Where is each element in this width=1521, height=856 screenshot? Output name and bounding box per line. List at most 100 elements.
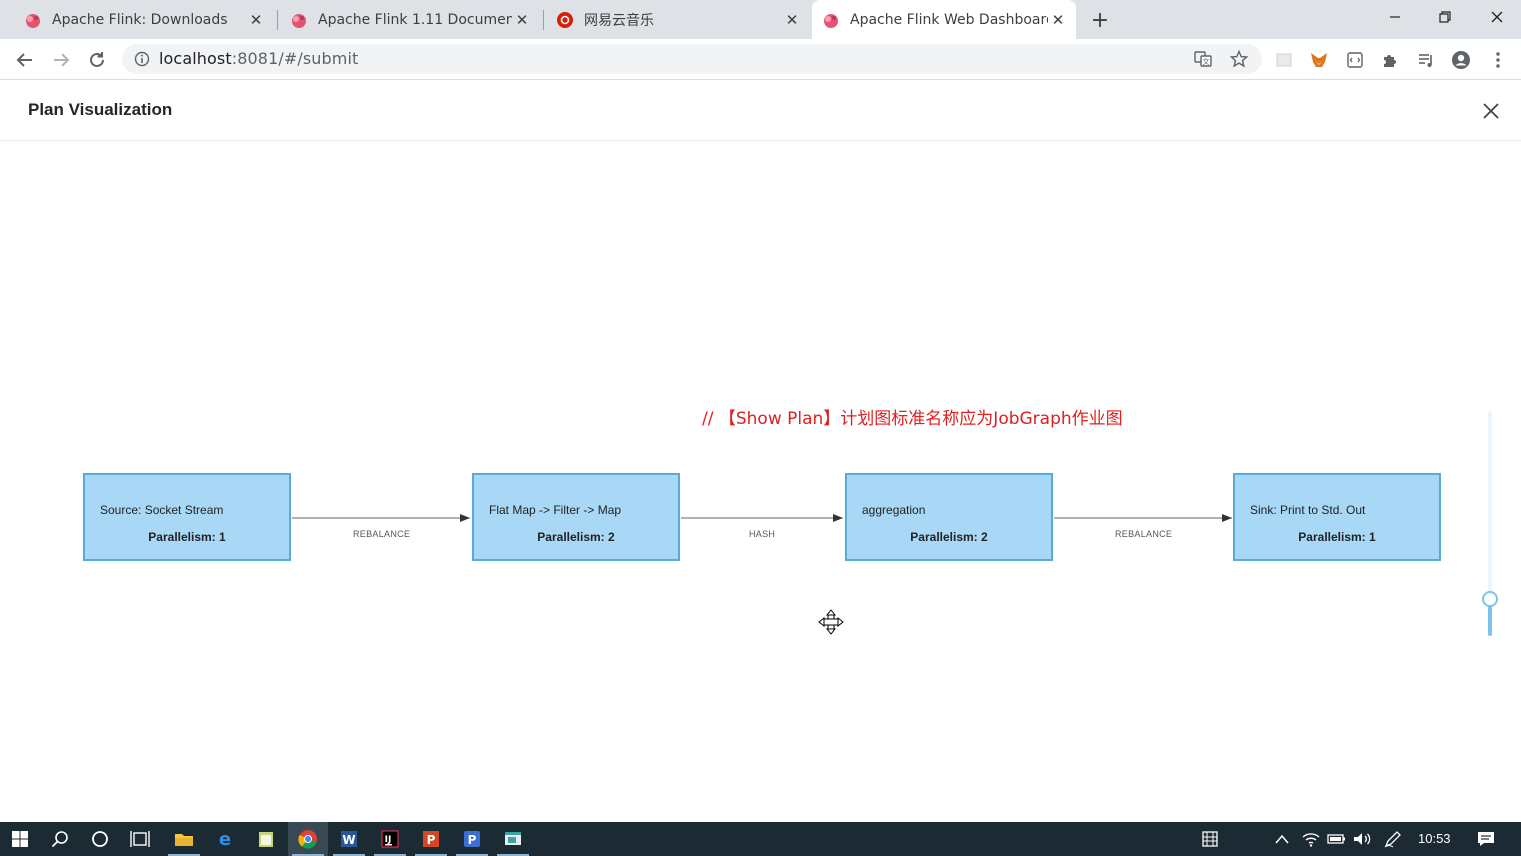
cortana-circle-icon bbox=[92, 831, 108, 847]
node-parallelism: Parallelism: 2 bbox=[537, 530, 615, 544]
tab-netease-music[interactable]: 网易云音乐 ✕ bbox=[546, 0, 808, 39]
taskbar-notepad[interactable] bbox=[246, 822, 286, 856]
taskbar-search-button[interactable] bbox=[40, 822, 80, 856]
node-parallelism: Parallelism: 2 bbox=[910, 530, 988, 544]
plan-node-sink[interactable]: Sink: Print to Std. Out Parallelism: 1 bbox=[1233, 473, 1441, 561]
close-tab-icon[interactable]: ✕ bbox=[1048, 10, 1068, 30]
forward-button[interactable] bbox=[48, 47, 74, 73]
wifi-icon bbox=[1302, 833, 1320, 847]
node-operator-name: Flat Map -> Filter -> Map bbox=[489, 503, 622, 517]
plan-node-source[interactable]: Source: Socket Stream Parallelism: 1 bbox=[83, 473, 291, 561]
windows-taskbar: e W IJ P P 10:53 bbox=[0, 822, 1521, 856]
edge-label: REBALANCE bbox=[353, 529, 411, 539]
translate-icon[interactable]: 文 bbox=[1194, 50, 1212, 68]
back-button[interactable] bbox=[12, 47, 38, 73]
svg-text:文: 文 bbox=[1203, 57, 1210, 66]
word-icon: W bbox=[341, 831, 357, 847]
extension-code-icon[interactable] bbox=[1345, 50, 1365, 70]
profile-avatar-icon[interactable] bbox=[1451, 50, 1471, 70]
extension-blank-icon[interactable] bbox=[1274, 50, 1294, 70]
close-tab-icon[interactable]: ✕ bbox=[512, 10, 532, 30]
bookmark-star-icon[interactable] bbox=[1230, 50, 1248, 68]
close-icon[interactable] bbox=[1480, 100, 1502, 122]
powerpoint-icon: P bbox=[423, 831, 439, 847]
edge-label: HASH bbox=[749, 529, 776, 539]
close-window-button[interactable] bbox=[1482, 4, 1512, 30]
move-cursor-icon bbox=[818, 609, 844, 635]
url-path: :8081/#/submit bbox=[231, 49, 359, 68]
taskbar-p-app[interactable]: P bbox=[452, 822, 492, 856]
extensions-puzzle-icon[interactable] bbox=[1380, 50, 1400, 70]
ime-keyboard-icon bbox=[1202, 831, 1218, 847]
node-parallelism: Parallelism: 1 bbox=[1298, 530, 1376, 544]
plan-graph-canvas[interactable]: // 【Show Plan】计划图标准名称应为JobGraph作业图 Sourc… bbox=[0, 141, 1521, 822]
new-tab-button[interactable]: + bbox=[1088, 8, 1112, 33]
chrome-icon bbox=[298, 830, 317, 849]
windows-start-button[interactable] bbox=[0, 822, 40, 856]
plan-visualization-modal-header: Plan Visualization bbox=[0, 80, 1521, 141]
taskbar-intellij[interactable]: IJ bbox=[370, 822, 410, 856]
node-operator-name: Sink: Print to Std. Out bbox=[1250, 503, 1366, 517]
reload-button[interactable] bbox=[84, 47, 110, 73]
close-tab-icon[interactable]: ✕ bbox=[246, 10, 266, 30]
edge-label: REBALANCE bbox=[1115, 529, 1173, 539]
netease-music-icon bbox=[557, 11, 573, 28]
info-icon[interactable] bbox=[134, 51, 150, 67]
windows-logo-icon bbox=[12, 831, 28, 847]
url-text: localhost:8081/#/submit bbox=[159, 49, 358, 68]
close-tab-icon[interactable]: ✕ bbox=[782, 10, 802, 30]
svg-text:IJ: IJ bbox=[385, 835, 392, 845]
taskbar-word[interactable]: W bbox=[329, 822, 369, 856]
blue-p-app-icon: P bbox=[464, 831, 480, 847]
plan-node-aggregation[interactable]: aggregation Parallelism: 2 bbox=[845, 473, 1053, 561]
tab-divider bbox=[543, 10, 544, 30]
task-view-button[interactable] bbox=[120, 822, 160, 856]
action-center-button[interactable] bbox=[1466, 822, 1506, 856]
tab-divider bbox=[277, 10, 278, 30]
metamask-fox-icon[interactable] bbox=[1309, 50, 1329, 70]
tab-title: 网易云音乐 bbox=[584, 12, 654, 29]
browser-toolbar: localhost:8081/#/submit 文 bbox=[0, 39, 1521, 80]
zoom-slider-handle[interactable] bbox=[1482, 591, 1498, 607]
tab-flink-documentation[interactable]: Apache Flink 1.11 Documentation ✕ bbox=[280, 0, 538, 39]
taskbar-file-explorer[interactable] bbox=[164, 822, 204, 856]
taskbar-edge[interactable]: e bbox=[205, 822, 245, 856]
search-icon bbox=[51, 831, 68, 848]
tab-flink-downloads[interactable]: Apache Flink: Downloads ✕ bbox=[14, 0, 272, 39]
flink-squirrel-icon bbox=[292, 13, 306, 28]
folder-icon bbox=[175, 834, 193, 846]
volume-button[interactable] bbox=[1348, 822, 1378, 856]
node-parallelism: Parallelism: 1 bbox=[148, 530, 226, 544]
cortana-button[interactable] bbox=[80, 822, 120, 856]
node-operator-name: Source: Socket Stream bbox=[100, 503, 224, 517]
tab-title: Apache Flink Web Dashboard bbox=[850, 11, 1048, 28]
flink-squirrel-icon bbox=[26, 13, 40, 28]
browser-tab-strip: Apache Flink: Downloads ✕ Apache Flink 1… bbox=[0, 0, 1521, 39]
arrow-right-icon bbox=[54, 53, 70, 67]
notepad-icon bbox=[259, 832, 273, 847]
modal-title: Plan Visualization bbox=[28, 100, 173, 119]
restore-window-button[interactable] bbox=[1430, 4, 1460, 30]
chevron-up-icon bbox=[1275, 834, 1289, 844]
arrow-left-icon bbox=[16, 53, 32, 67]
media-queue-icon[interactable] bbox=[1416, 50, 1436, 70]
plan-node-flatmap[interactable]: Flat Map -> Filter -> Map Parallelism: 2 bbox=[472, 473, 680, 561]
node-operator-name: aggregation bbox=[862, 503, 926, 517]
svg-text:W: W bbox=[342, 833, 355, 847]
tab-flink-dashboard[interactable]: Apache Flink Web Dashboard ✕ bbox=[812, 0, 1076, 39]
taskbar-window-app[interactable] bbox=[493, 822, 533, 856]
minimize-window-button[interactable] bbox=[1380, 4, 1410, 30]
speaker-icon bbox=[1354, 833, 1371, 845]
input-method-button[interactable] bbox=[1190, 822, 1230, 856]
taskbar-chrome[interactable] bbox=[288, 822, 328, 856]
taskbar-powerpoint[interactable]: P bbox=[411, 822, 451, 856]
show-hidden-icons-button[interactable] bbox=[1264, 822, 1300, 856]
edge-browser-icon: e bbox=[219, 829, 231, 849]
address-bar[interactable]: localhost:8081/#/submit 文 bbox=[122, 44, 1262, 74]
intellij-icon: IJ bbox=[381, 830, 399, 848]
reload-icon bbox=[90, 52, 104, 67]
tab-title: Apache Flink 1.11 Documentation bbox=[318, 11, 512, 28]
pen-workspace-button[interactable] bbox=[1378, 822, 1408, 856]
taskbar-clock[interactable]: 10:53 bbox=[1418, 831, 1451, 846]
menu-kebab-icon[interactable] bbox=[1488, 50, 1508, 70]
